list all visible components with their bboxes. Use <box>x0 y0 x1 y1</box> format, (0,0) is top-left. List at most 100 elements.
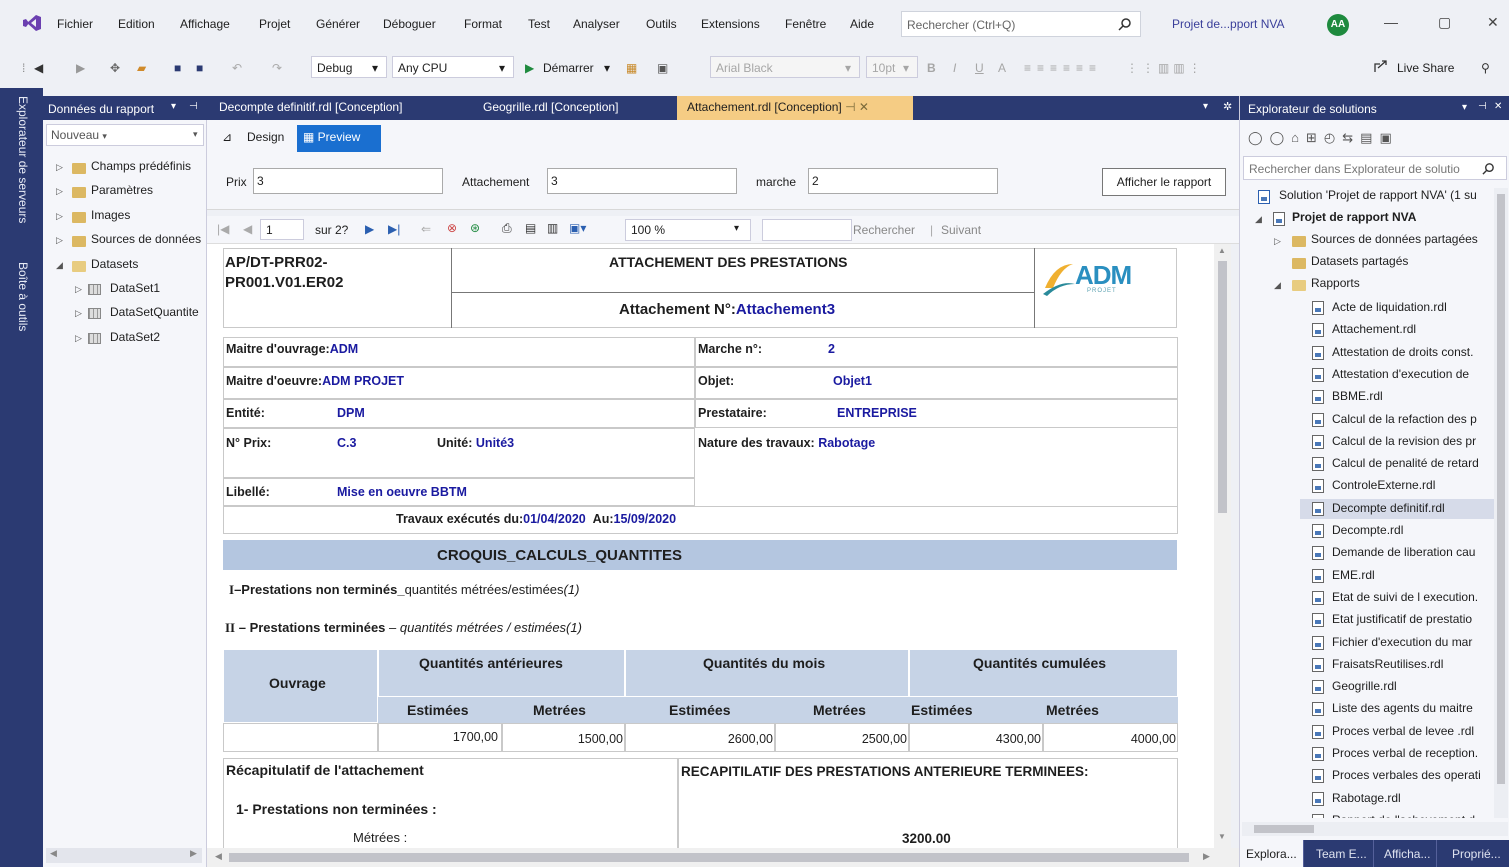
toolbox-tab[interactable]: Boîte à outils <box>16 262 30 331</box>
report-file-item[interactable]: Attestation de droits const. <box>1300 343 1496 363</box>
report-file-item[interactable]: Proces verbal de reception. <box>1300 744 1496 764</box>
preview-tab[interactable]: ▦ Preview <box>297 125 381 152</box>
undo-icon[interactable]: ↶ <box>232 61 242 75</box>
report-file-item[interactable]: Demande de liberation cau <box>1300 543 1496 563</box>
find-next-link[interactable]: Suivant <box>941 223 981 237</box>
format-tool-icon[interactable]: ▣ <box>657 61 668 75</box>
menu-format[interactable]: Format <box>464 17 502 31</box>
report-file-item[interactable]: Etat justificatif de prestatio <box>1300 610 1496 630</box>
menu-generer[interactable]: Générer <box>316 17 360 31</box>
alignment-icons[interactable]: ≡≡≡≡≡≡ <box>1024 61 1102 75</box>
prix-param-input[interactable]: 3 <box>253 168 443 194</box>
solution-vertical-scrollbar[interactable] <box>1494 188 1508 818</box>
redo-icon[interactable]: ↷ <box>272 61 282 75</box>
collapse-icon[interactable]: ◢ <box>1274 280 1281 291</box>
pin-icon[interactable]: ⊣ <box>845 100 855 114</box>
show-report-button[interactable]: Afficher le rapport <box>1102 168 1226 196</box>
solution-horizontal-scrollbar[interactable] <box>1242 822 1508 836</box>
close-icon[interactable]: ✕ <box>1494 101 1502 112</box>
last-page-icon[interactable]: ▶| <box>388 222 400 236</box>
underline-icon[interactable]: U <box>975 61 984 75</box>
chevron-down-icon[interactable]: ▾ <box>604 61 610 75</box>
expand-icon[interactable]: ▷ <box>1274 236 1281 247</box>
reports-folder-node[interactable]: Rapports <box>1311 276 1360 290</box>
report-file-item[interactable]: Attachement.rdl <box>1300 320 1496 340</box>
tab-geogrille[interactable]: Geogrille.rdl [Conception] <box>473 96 628 120</box>
pending-changes-icon[interactable]: ◴ <box>1324 130 1342 145</box>
tree-item-dataset1[interactable]: DataSet1 <box>110 281 160 295</box>
start-icon[interactable]: ▶ <box>525 61 534 75</box>
tab-decompte-definitif[interactable]: Decompte definitif.rdl [Conception] <box>209 96 412 120</box>
close-icon[interactable]: ✕ <box>1487 14 1499 31</box>
report-file-item[interactable]: Calcul de la revision des pr <box>1300 432 1496 452</box>
menu-fenetre[interactable]: Fenêtre <box>785 17 826 31</box>
horizontal-scrollbar[interactable]: ◀ ▶ <box>46 848 202 863</box>
expand-icon[interactable]: ▷ <box>56 235 63 246</box>
tree-item-sources[interactable]: Sources de données <box>91 232 201 246</box>
server-explorer-tab[interactable]: Explorateur de serveurs <box>16 96 30 223</box>
menu-extensions[interactable]: Extensions <box>701 17 760 31</box>
open-file-icon[interactable]: ▰ <box>137 61 146 75</box>
tree-item-images[interactable]: Images <box>91 208 130 222</box>
export-icon[interactable]: ▣▾ <box>569 221 586 235</box>
shared-sources-node[interactable]: Sources de données partagées <box>1311 232 1478 246</box>
scroll-thumb[interactable] <box>1497 194 1505 784</box>
scroll-left-icon[interactable]: ◀ <box>50 848 57 859</box>
forward-icon[interactable]: ◯ <box>1270 130 1292 145</box>
report-file-item[interactable]: Rabotage.rdl <box>1300 789 1496 809</box>
menu-test[interactable]: Test <box>528 17 550 31</box>
report-file-item[interactable]: Acte de liquidation.rdl <box>1300 298 1496 318</box>
scroll-down-icon[interactable]: ▼ <box>1218 832 1226 841</box>
close-tab-icon[interactable]: ✕ <box>859 100 869 114</box>
zoom-dropdown[interactable]: 100 % ▾ <box>625 219 751 241</box>
report-file-item[interactable]: BBME.rdl <box>1300 387 1496 407</box>
tab-team-explorer[interactable]: Team E... <box>1310 840 1374 867</box>
back-icon[interactable]: ◀ <box>34 61 43 75</box>
scroll-thumb[interactable] <box>1254 825 1314 833</box>
settings-gear-icon[interactable]: ✲ <box>1223 100 1232 113</box>
project-node[interactable]: Projet de rapport NVA <box>1292 210 1416 224</box>
stop-icon[interactable]: ⊗ <box>447 221 457 235</box>
expand-icon[interactable]: ▷ <box>56 211 63 222</box>
find-link[interactable]: Rechercher <box>853 223 915 237</box>
refresh-icon[interactable]: ⊛ <box>470 221 480 235</box>
page-setup-icon[interactable]: ▥ <box>547 221 558 235</box>
collapse-all-icon[interactable]: ▤ <box>1360 130 1379 145</box>
global-search-input[interactable]: Rechercher (Ctrl+Q) <box>901 11 1141 37</box>
tab-properties[interactable]: Proprié... <box>1446 840 1507 867</box>
report-file-item[interactable]: Geogrille.rdl <box>1300 677 1496 697</box>
pin-icon[interactable]: ⊣ <box>189 101 198 112</box>
scroll-thumb[interactable] <box>229 853 1189 862</box>
report-tool-icon[interactable]: ▦ <box>626 61 637 75</box>
save-icon[interactable]: ■ <box>174 61 181 75</box>
properties-icon[interactable]: ▣ <box>1379 130 1398 145</box>
report-file-item[interactable]: Liste des agents du maitre <box>1300 699 1496 719</box>
menu-fichier[interactable]: Fichier <box>57 17 93 31</box>
scroll-up-icon[interactable]: ▲ <box>1218 246 1226 255</box>
report-file-item[interactable]: ControleExterne.rdl <box>1300 476 1496 496</box>
scroll-right-icon[interactable]: ▶ <box>190 848 197 859</box>
configuration-dropdown[interactable]: Debug ▾ <box>311 56 387 78</box>
sync-icon[interactable]: ⇆ <box>1342 130 1360 145</box>
indent-icons[interactable]: ⋮⋮▥▥⋮ <box>1126 61 1205 75</box>
tree-item-parametres[interactable]: Paramètres <box>91 183 153 197</box>
menu-outils[interactable]: Outils <box>646 17 677 31</box>
home-icon[interactable]: ⌂ <box>1291 130 1306 145</box>
expand-icon[interactable]: ▷ <box>75 284 82 295</box>
expand-icon[interactable]: ▷ <box>56 186 63 197</box>
user-avatar[interactable]: AA <box>1327 14 1349 36</box>
switch-views-icon[interactable]: ⊞ <box>1306 130 1324 145</box>
start-button[interactable]: Démarrer <box>543 61 594 75</box>
tree-item-datasets[interactable]: Datasets <box>91 257 138 271</box>
tab-class-view[interactable]: Afficha... <box>1378 840 1438 867</box>
report-file-item[interactable]: FraisatsReutilises.rdl <box>1300 655 1496 675</box>
back-report-icon[interactable]: ⇐ <box>421 222 431 236</box>
minimize-icon[interactable]: — <box>1384 14 1398 30</box>
design-tab[interactable]: Design <box>247 130 284 144</box>
tree-item-datasetquantite[interactable]: DataSetQuantite <box>110 305 199 319</box>
bold-icon[interactable]: B <box>927 61 936 75</box>
first-page-icon[interactable]: |◀ <box>217 222 229 236</box>
tab-solution-explorer[interactable]: Explora... <box>1240 840 1304 867</box>
menu-aide[interactable]: Aide <box>850 17 874 31</box>
menu-deboguer[interactable]: Déboguer <box>383 17 436 31</box>
